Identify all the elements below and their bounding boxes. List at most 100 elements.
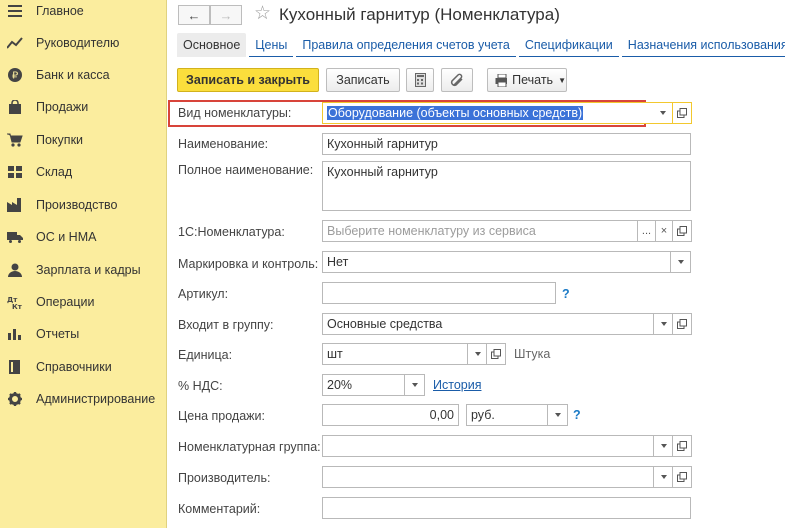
price-field[interactable]: 0,00 [322, 404, 459, 426]
clear-button[interactable]: × [655, 220, 673, 242]
name-field[interactable]: Кухонный гарнитур [322, 133, 691, 155]
unit-field[interactable]: шт [322, 343, 468, 365]
manufacturer-field[interactable] [322, 466, 654, 488]
comment-field[interactable] [322, 497, 691, 519]
marking-label: Маркировка и контроль: [178, 257, 319, 271]
sidebar-item-label: Склад [36, 165, 73, 179]
print-label: Печать [512, 73, 554, 87]
name-label: Наименование: [178, 137, 269, 151]
nomenclature-1c-field[interactable]: Выберите номенклатуру из сервиса [322, 220, 639, 242]
article-help-icon[interactable]: ? [562, 287, 570, 301]
open-icon [677, 441, 687, 451]
nomenclature-group-label: Номенклатурная группа: [178, 440, 321, 454]
save-and-close-button[interactable]: Записать и закрыть [177, 68, 319, 92]
sidebar-item-fixed-assets[interactable]: ОС и НМА [0, 223, 166, 251]
chevron-down-icon [411, 383, 418, 387]
group-field[interactable]: Основные средства [322, 313, 654, 335]
vat-history-link[interactable]: История [433, 378, 481, 392]
back-button[interactable]: ← [178, 5, 210, 25]
kind-dropdown-button[interactable] [652, 102, 673, 124]
manufacturer-label: Производитель: [178, 471, 271, 485]
sidebar-item-operations[interactable]: Дт Кт Операции [0, 288, 166, 316]
arrow-right-icon: → [219, 7, 233, 23]
print-button[interactable]: Печать ▼ [487, 68, 567, 92]
sidebar-item-label: Продажи [36, 100, 89, 114]
nomenclature-group-open-button[interactable] [672, 435, 692, 457]
kind-value: Оборудование (объекты основных средств) [327, 106, 584, 120]
sidebar-item-warehouse[interactable]: Склад [0, 158, 166, 186]
attach-button[interactable] [441, 68, 473, 92]
marking-dropdown-button[interactable] [670, 251, 691, 273]
sidebar-item-bank[interactable]: ₽ Банк и касса [0, 61, 166, 89]
chevron-down-icon [660, 322, 667, 326]
open-icon [491, 349, 501, 359]
factory-icon [7, 197, 23, 213]
truck-icon [7, 229, 23, 245]
manufacturer-dropdown-button[interactable] [653, 466, 674, 488]
ruble-coin-icon: ₽ [7, 67, 23, 83]
chevron-down-icon [554, 413, 561, 417]
paperclip-icon [450, 73, 463, 87]
sidebar-item-catalogs[interactable]: Справочники [0, 353, 166, 381]
full-name-label: Полное наименование: [178, 163, 314, 177]
group-label: Входит в группу: [178, 318, 274, 332]
group-dropdown-button[interactable] [653, 313, 674, 335]
currency-dropdown-button[interactable] [547, 404, 568, 426]
bar-chart-icon [7, 326, 23, 342]
sidebar-item-sales[interactable]: Продажи [0, 93, 166, 121]
unit-hint: Штука [514, 347, 551, 361]
sidebar-item-production[interactable]: Производство [0, 191, 166, 219]
sidebar-item-reports[interactable]: Отчеты [0, 320, 166, 348]
nomenclature-group-dropdown-button[interactable] [653, 435, 674, 457]
sidebar: Главное Руководителю ₽ Банк и касса Прод… [0, 0, 167, 528]
person-icon [7, 262, 23, 278]
sidebar-item-purchases[interactable]: Покупки [0, 126, 166, 154]
open-icon [677, 472, 687, 482]
vat-field[interactable]: 20% [322, 374, 405, 396]
star-icon[interactable]: ☆ [254, 3, 271, 25]
open-icon [677, 226, 687, 236]
sidebar-item-main[interactable]: Главное [0, 0, 166, 25]
trend-chart-icon [7, 35, 23, 51]
nomenclature-1c-open-button[interactable] [672, 220, 692, 242]
manufacturer-open-button[interactable] [672, 466, 692, 488]
sidebar-item-label: ОС и НМА [36, 230, 97, 244]
nomenclature-1c-label: 1С:Номенклатура: [178, 225, 285, 239]
shopping-bag-icon [7, 99, 23, 115]
kind-field[interactable]: Оборудование (объекты основных средств) [322, 102, 653, 124]
group-open-button[interactable] [672, 313, 692, 335]
tab-usage-purposes[interactable]: Назначения использования [621, 33, 785, 57]
tab-bar: Основное Цены Правила определения счетов… [177, 33, 785, 57]
kind-open-button[interactable] [672, 102, 692, 124]
full-name-field[interactable]: Кухонный гарнитур [322, 161, 691, 211]
unit-dropdown-button[interactable] [467, 343, 488, 365]
chevron-down-icon [660, 444, 667, 448]
sidebar-item-label: Банк и касса [36, 68, 110, 82]
chevron-down-icon [659, 111, 666, 115]
article-field[interactable] [322, 282, 556, 304]
price-help-icon[interactable]: ? [573, 408, 581, 422]
sidebar-item-manager[interactable]: Руководителю [0, 29, 166, 57]
sidebar-item-label: Зарплата и кадры [36, 263, 141, 277]
sidebar-item-salary[interactable]: Зарплата и кадры [0, 256, 166, 284]
open-icon [677, 319, 687, 329]
sidebar-item-admin[interactable]: Администрирование [0, 385, 166, 413]
nomenclature-group-field[interactable] [322, 435, 654, 457]
tab-account-rules[interactable]: Правила определения счетов учета [296, 33, 516, 57]
save-button[interactable]: Записать [326, 68, 400, 92]
marking-field[interactable]: Нет [322, 251, 671, 273]
select-button[interactable]: ... [637, 220, 656, 242]
document-icon-button[interactable] [406, 68, 434, 92]
tab-main[interactable]: Основное [177, 33, 247, 57]
vat-dropdown-button[interactable] [404, 374, 425, 396]
warehouse-icon [7, 164, 23, 180]
tab-specifications[interactable]: Спецификации [518, 33, 619, 57]
forward-button[interactable]: → [210, 5, 242, 25]
currency-field[interactable]: руб. [466, 404, 548, 426]
tab-prices[interactable]: Цены [249, 33, 294, 57]
sidebar-item-label: Покупки [36, 133, 84, 147]
unit-open-button[interactable] [486, 343, 506, 365]
operations-icon: Дт Кт [7, 294, 23, 310]
sidebar-item-label: Главное [36, 4, 84, 18]
price-label: Цена продажи: [178, 409, 265, 423]
